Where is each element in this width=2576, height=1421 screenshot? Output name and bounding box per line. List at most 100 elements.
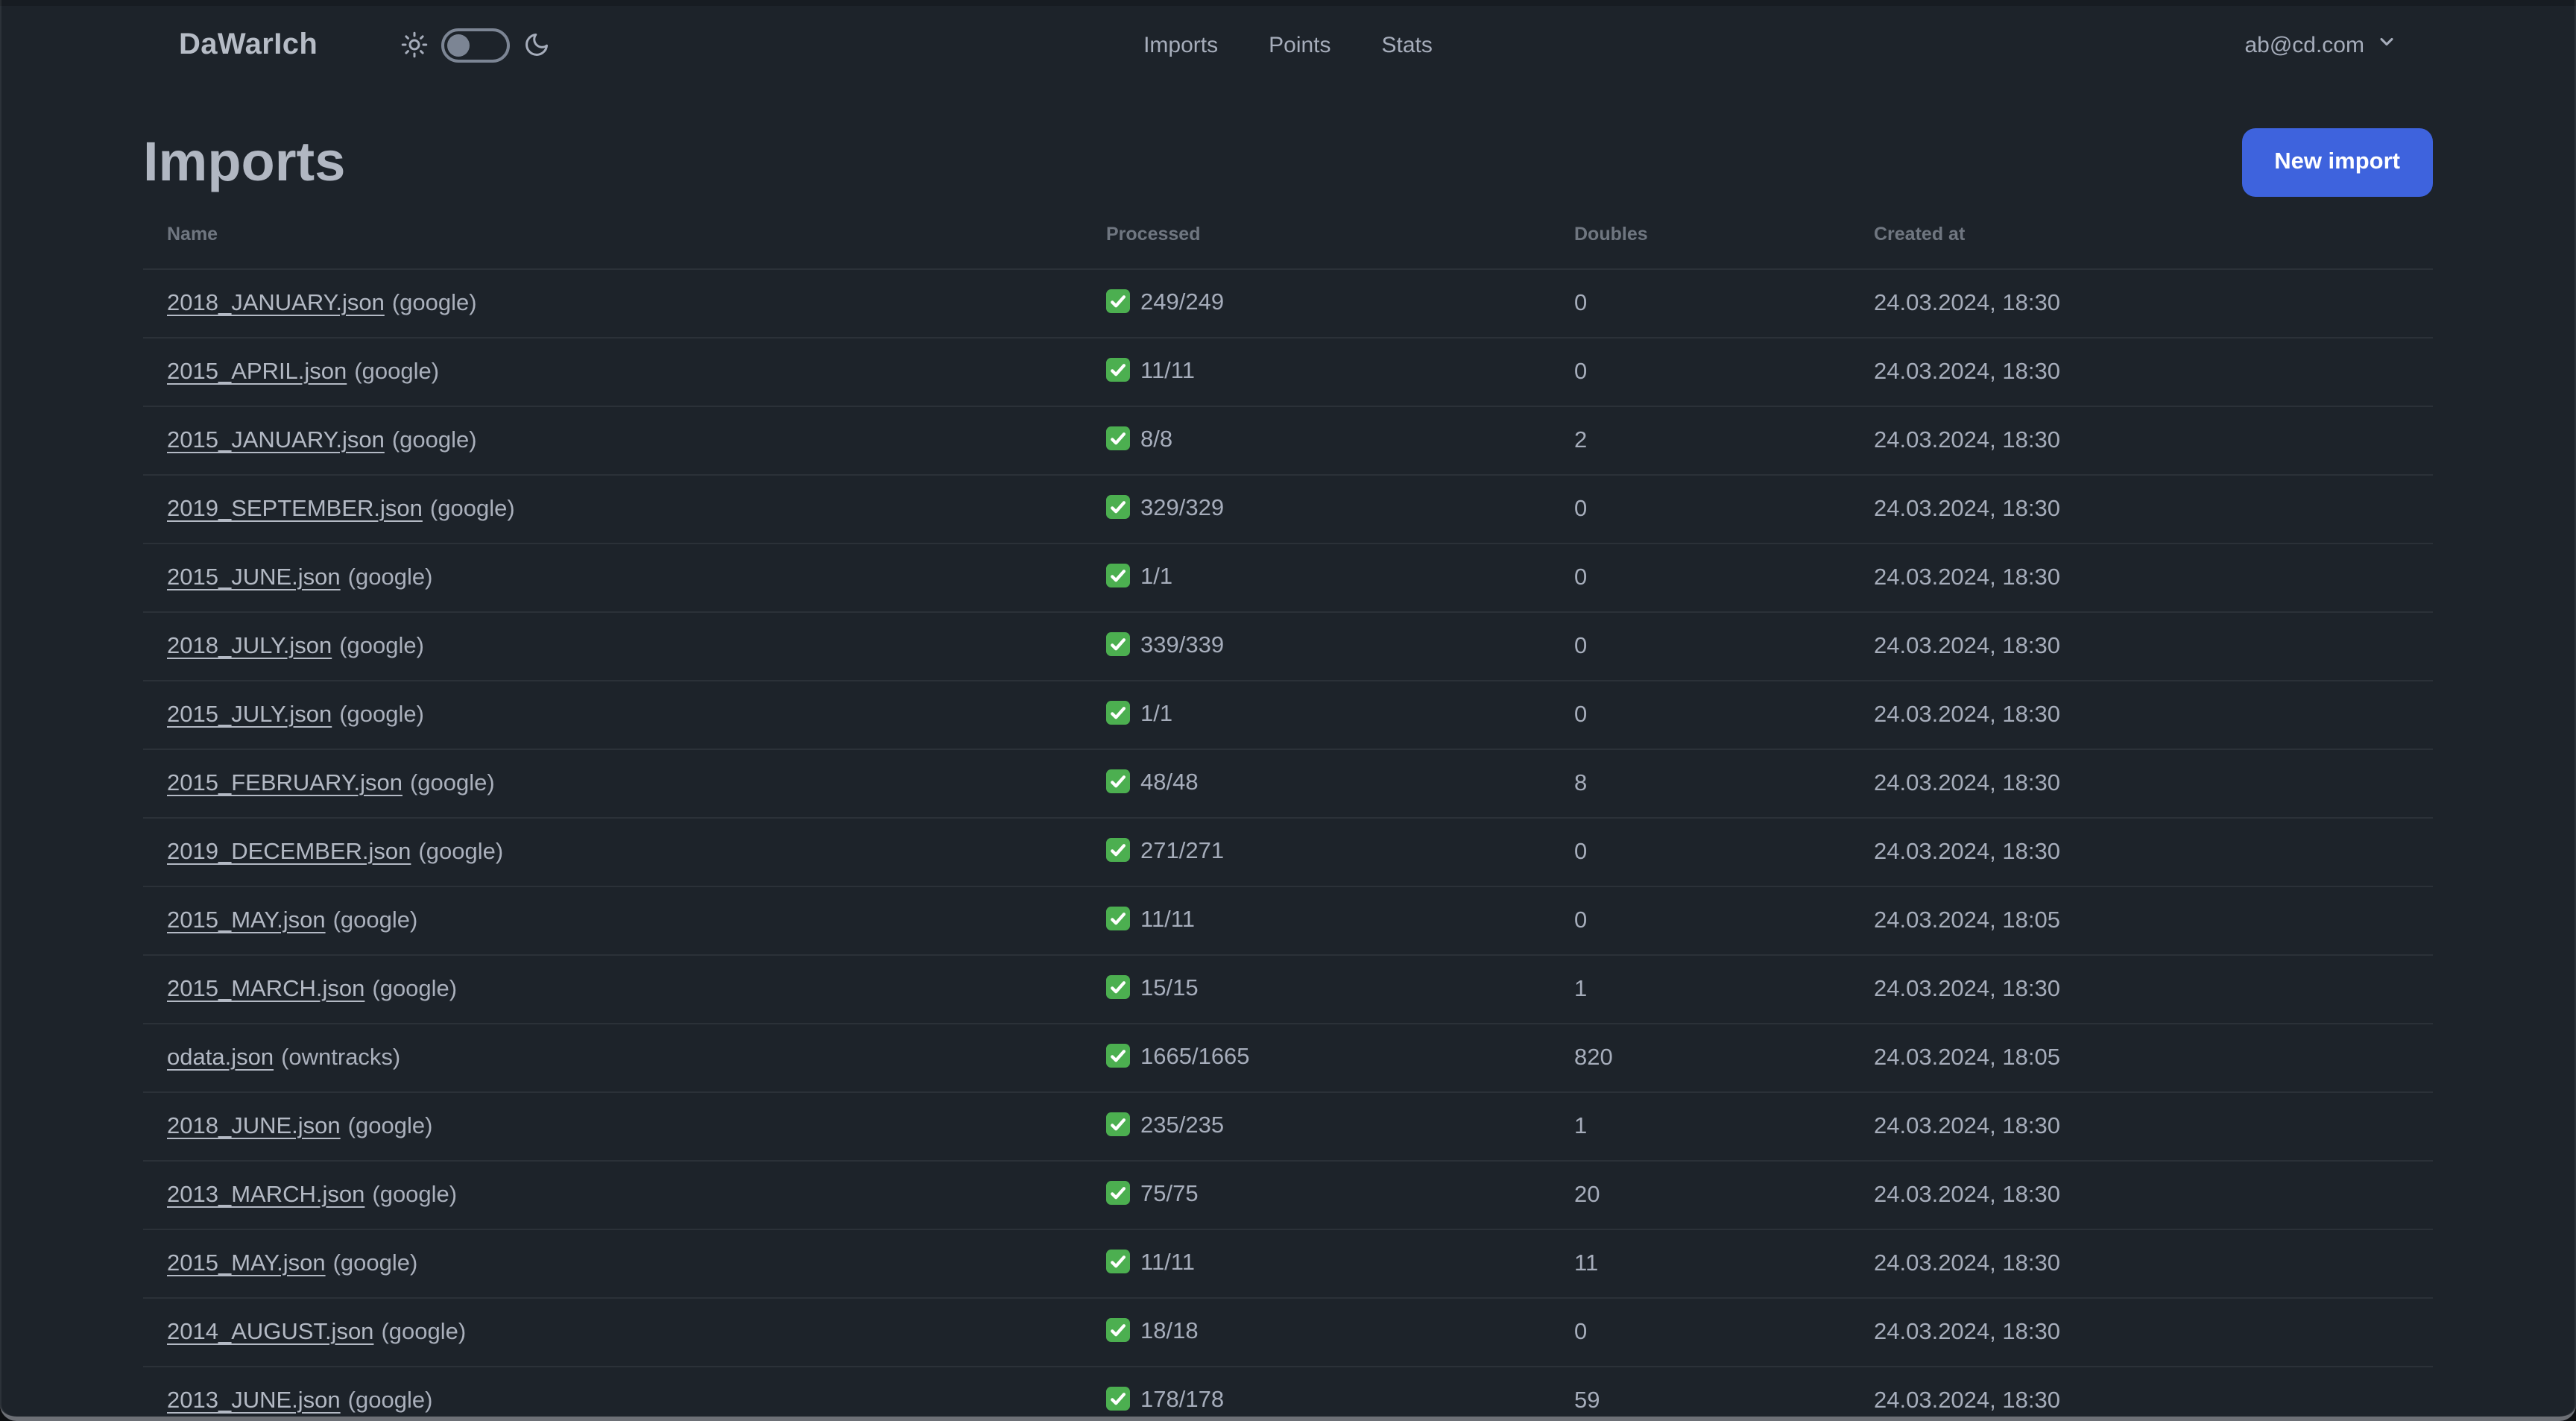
import-doubles-cell: 0: [1550, 886, 1850, 955]
import-processed-cell: 1/1: [1082, 543, 1550, 612]
import-doubles-cell: 20: [1550, 1160, 1850, 1229]
app-window: DaWarIch Imports Points Stats ab@cd.com …: [0, 0, 2576, 1421]
import-processed-cell: 75/75: [1082, 1160, 1550, 1229]
theme-toggle-group: [401, 28, 550, 62]
user-menu[interactable]: ab@cd.com: [2244, 31, 2397, 58]
import-file-link[interactable]: 2013_JUNE.json: [167, 1387, 341, 1413]
column-header-name: Name: [143, 212, 1082, 270]
import-doubles-cell: 2: [1550, 406, 1850, 475]
table-row: 2015_FEBRUARY.json (google) 48/48 8 24.03.20…: [143, 749, 2433, 818]
import-processed-cell: 1/1: [1082, 680, 1550, 749]
import-processed-cell: 18/18: [1082, 1297, 1550, 1367]
processed-count: 271/271: [1140, 839, 1225, 865]
import-name-cell: 2015_MARCH.json (google): [143, 954, 1082, 1024]
page-title: Imports: [143, 130, 346, 192]
navbar: DaWarIch Imports Points Stats ab@cd.com: [0, 0, 2576, 89]
import-file-link[interactable]: 2014_AUGUST.json: [167, 1319, 373, 1344]
import-processed-cell: 11/11: [1082, 337, 1550, 406]
theme-toggle-switch[interactable]: [441, 28, 511, 62]
success-check-icon: [1106, 289, 1130, 314]
import-processed-cell: 271/271: [1082, 817, 1550, 886]
import-created-cell: 24.03.2024, 18:30: [1850, 474, 2433, 543]
menu-item-stats[interactable]: Stats: [1382, 32, 1433, 57]
import-name-cell: 2015_JANUARY.json (google): [143, 406, 1082, 475]
import-file-link[interactable]: 2015_JUNE.json: [167, 564, 341, 590]
import-doubles-cell: 1: [1550, 954, 1850, 1024]
import-processed-cell: 15/15: [1082, 954, 1550, 1024]
import-file-link[interactable]: 2015_JULY.json: [167, 702, 332, 727]
table-row: 2015_APRIL.json (google) 11/11 0 24.03.2024,…: [143, 337, 2433, 406]
import-file-link[interactable]: 2013_MARCH.json: [167, 1182, 364, 1207]
user-email: ab@cd.com: [2244, 32, 2364, 57]
success-check-icon: [1106, 838, 1130, 863]
table-row: 2015_JULY.json (google) 1/1 0 24.03.2024, 18…: [143, 680, 2433, 749]
import-file-link[interactable]: 2019_SEPTEMBER.json: [167, 496, 423, 521]
table-row: 2015_MARCH.json (google) 15/15 1 24.03.2024,…: [143, 954, 2433, 1024]
import-source-label: (google): [339, 702, 424, 727]
import-source-label: (google): [372, 976, 458, 1001]
import-doubles-cell: 8: [1550, 749, 1850, 818]
import-file-link[interactable]: 2015_FEBRUARY.json: [167, 770, 402, 795]
import-name-cell: 2013_JUNE.json (google): [143, 1366, 1082, 1417]
import-processed-cell: 339/339: [1082, 611, 1550, 681]
import-doubles-cell: 0: [1550, 1297, 1850, 1367]
import-created-cell: 24.03.2024, 18:30: [1850, 611, 2433, 681]
import-file-link[interactable]: 2018_JANUARY.json: [167, 290, 385, 315]
processed-count: 1/1: [1140, 702, 1173, 728]
import-processed-cell: 178/178: [1082, 1366, 1550, 1417]
column-header-processed: Processed: [1082, 212, 1550, 270]
menu-item-points[interactable]: Points: [1269, 32, 1330, 57]
import-file-link[interactable]: 2015_JANUARY.json: [167, 427, 385, 453]
import-doubles-cell: 1: [1550, 1091, 1850, 1161]
import-doubles-cell: 0: [1550, 543, 1850, 612]
import-created-cell: 24.03.2024, 18:30: [1850, 543, 2433, 612]
import-doubles-cell: 0: [1550, 474, 1850, 543]
import-file-link[interactable]: 2015_MAY.json: [167, 1250, 326, 1276]
success-check-icon: [1106, 701, 1130, 725]
import-created-cell: 24.03.2024, 18:30: [1850, 954, 2433, 1024]
processed-count: 11/11: [1140, 359, 1195, 385]
import-created-cell: 24.03.2024, 18:30: [1850, 1297, 2433, 1367]
imports-table: Name Processed Doubles Created at 2018_J…: [143, 212, 2433, 1417]
import-name-cell: 2019_SEPTEMBER.json (google): [143, 474, 1082, 543]
success-check-icon: [1106, 358, 1130, 382]
processed-count: 11/11: [1140, 907, 1195, 933]
import-file-link[interactable]: 2015_MARCH.json: [167, 976, 364, 1001]
success-check-icon: [1106, 1112, 1130, 1137]
processed-count: 339/339: [1140, 633, 1225, 659]
success-check-icon: [1106, 564, 1130, 588]
import-file-link[interactable]: 2018_JUNE.json: [167, 1113, 341, 1138]
toggle-knob: [447, 34, 470, 56]
import-source-label: (google): [339, 633, 424, 658]
import-file-link[interactable]: 2019_DECEMBER.json: [167, 839, 411, 864]
import-source-label: (owntracks): [281, 1045, 401, 1070]
import-doubles-cell: 0: [1550, 337, 1850, 406]
import-file-link[interactable]: 2018_JULY.json: [167, 633, 332, 658]
import-source-label: (google): [418, 839, 504, 864]
import-processed-cell: 1665/1665: [1082, 1023, 1550, 1092]
import-source-label: (google): [347, 1113, 433, 1138]
import-doubles-cell: 59: [1550, 1366, 1850, 1417]
import-doubles-cell: 0: [1550, 680, 1850, 749]
import-created-cell: 24.03.2024, 18:30: [1850, 1229, 2433, 1298]
import-processed-cell: 8/8: [1082, 406, 1550, 475]
success-check-icon: [1106, 426, 1130, 451]
import-name-cell: odata.json (owntracks): [143, 1023, 1082, 1092]
import-created-cell: 24.03.2024, 18:30: [1850, 1160, 2433, 1229]
import-created-cell: 24.03.2024, 18:30: [1850, 268, 2433, 338]
import-source-label: (google): [381, 1319, 467, 1344]
new-import-button[interactable]: New import: [2241, 128, 2433, 197]
import-file-link[interactable]: 2015_MAY.json: [167, 907, 326, 933]
import-source-label: (google): [354, 359, 440, 384]
app-logo[interactable]: DaWarIch: [179, 28, 318, 62]
menu-item-imports[interactable]: Imports: [1143, 32, 1218, 57]
import-name-cell: 2015_JULY.json (google): [143, 680, 1082, 749]
import-source-label: (google): [347, 1387, 433, 1413]
import-file-link[interactable]: odata.json: [167, 1045, 274, 1070]
success-check-icon: [1106, 1044, 1130, 1068]
table-row: 2019_SEPTEMBER.json (google) 329/329 0 24.03…: [143, 474, 2433, 543]
success-check-icon: [1106, 907, 1130, 931]
import-name-cell: 2019_DECEMBER.json (google): [143, 817, 1082, 886]
import-file-link[interactable]: 2015_APRIL.json: [167, 359, 347, 384]
success-check-icon: [1106, 1318, 1130, 1343]
